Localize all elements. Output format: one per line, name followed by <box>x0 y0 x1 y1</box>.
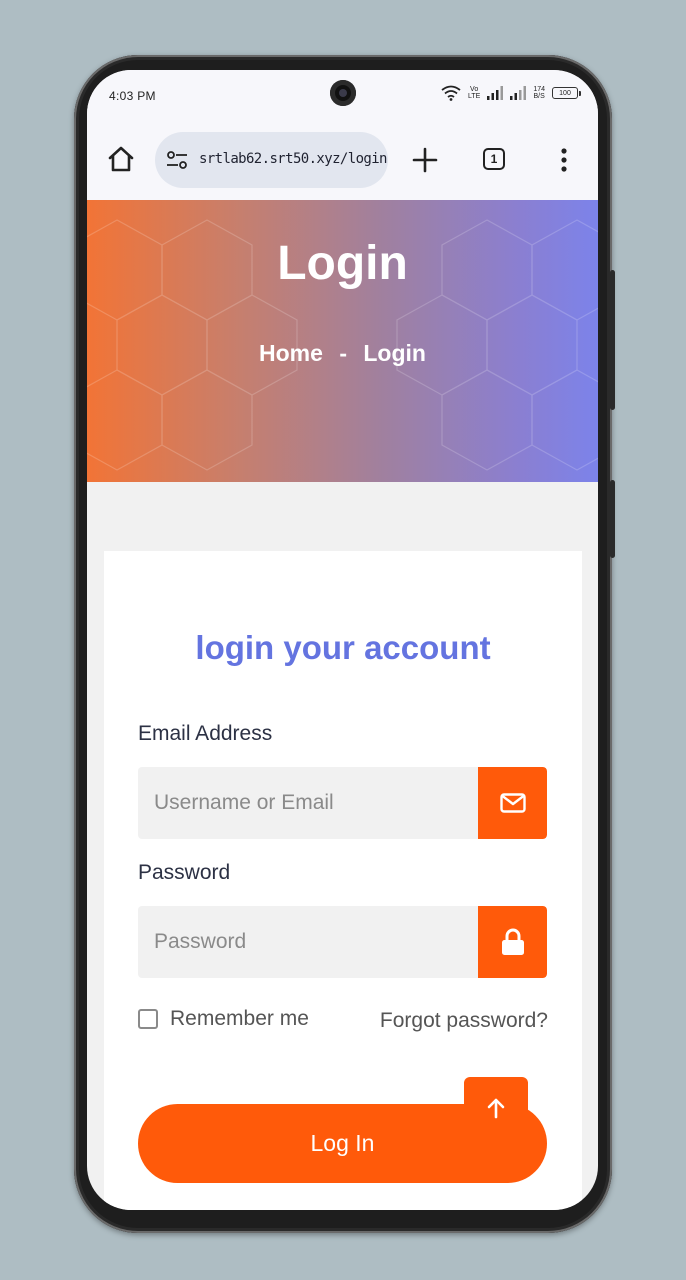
wifi-icon <box>441 85 461 101</box>
tab-switcher-button[interactable]: 1 <box>483 148 505 170</box>
email-label: Email Address <box>138 722 273 745</box>
signal-icon <box>487 86 504 100</box>
remember-me-label[interactable]: Remember me <box>170 1007 309 1031</box>
scroll-to-top-button[interactable] <box>464 1077 528 1139</box>
network-speed: 174 B/S <box>533 86 545 100</box>
page-title: Login <box>277 237 408 290</box>
phone-side-button <box>610 270 615 410</box>
url-text[interactable]: srtlab62.srt50.xyz/login <box>199 151 387 167</box>
email-field-icon <box>478 767 547 839</box>
login-form-title: login your account <box>195 629 491 666</box>
email-input[interactable] <box>138 767 478 839</box>
password-field-group <box>138 906 547 978</box>
volte-indicator: Vo LTE <box>467 86 481 100</box>
page-hero-banner: Login Home - Login <box>87 200 598 482</box>
status-icons: Vo LTE 174 B/S 100 <box>441 85 581 101</box>
password-input[interactable] <box>138 906 478 978</box>
forgot-password-link[interactable]: Forgot password? <box>380 1009 548 1033</box>
arrow-up-icon <box>487 1098 505 1119</box>
breadcrumb-home-link[interactable]: Home <box>259 340 323 367</box>
new-tab-icon[interactable] <box>412 147 438 173</box>
breadcrumb-separator: - <box>339 340 347 366</box>
password-label: Password <box>138 861 231 884</box>
breadcrumb: Home - Login <box>87 340 598 367</box>
phone-side-button <box>610 480 615 558</box>
signal-icon-2 <box>510 86 527 100</box>
phone-screen: 4:03 PM Vo LTE 174 B/S 100 srtlab62.srt5… <box>87 70 598 1210</box>
home-icon[interactable] <box>106 144 136 174</box>
breadcrumb-current: Login <box>363 340 426 366</box>
more-options-icon[interactable] <box>557 147 571 173</box>
remember-me[interactable]: Remember me <box>138 1007 309 1031</box>
browser-toolbar: srtlab62.srt50.xyz/login 1 <box>87 122 598 200</box>
password-field-icon <box>478 906 547 978</box>
address-bar[interactable]: srtlab62.srt50.xyz/login <box>155 132 388 188</box>
remember-me-checkbox[interactable] <box>138 1009 158 1029</box>
front-camera <box>330 80 356 106</box>
status-bar: 4:03 PM Vo LTE 174 B/S 100 <box>87 70 598 122</box>
email-field-group <box>138 767 547 839</box>
envelope-icon <box>499 793 526 813</box>
lock-icon <box>501 928 524 955</box>
tune-icon[interactable] <box>165 148 189 172</box>
status-time: 4:03 PM <box>109 89 156 103</box>
battery-icon: 100 <box>552 87 581 99</box>
